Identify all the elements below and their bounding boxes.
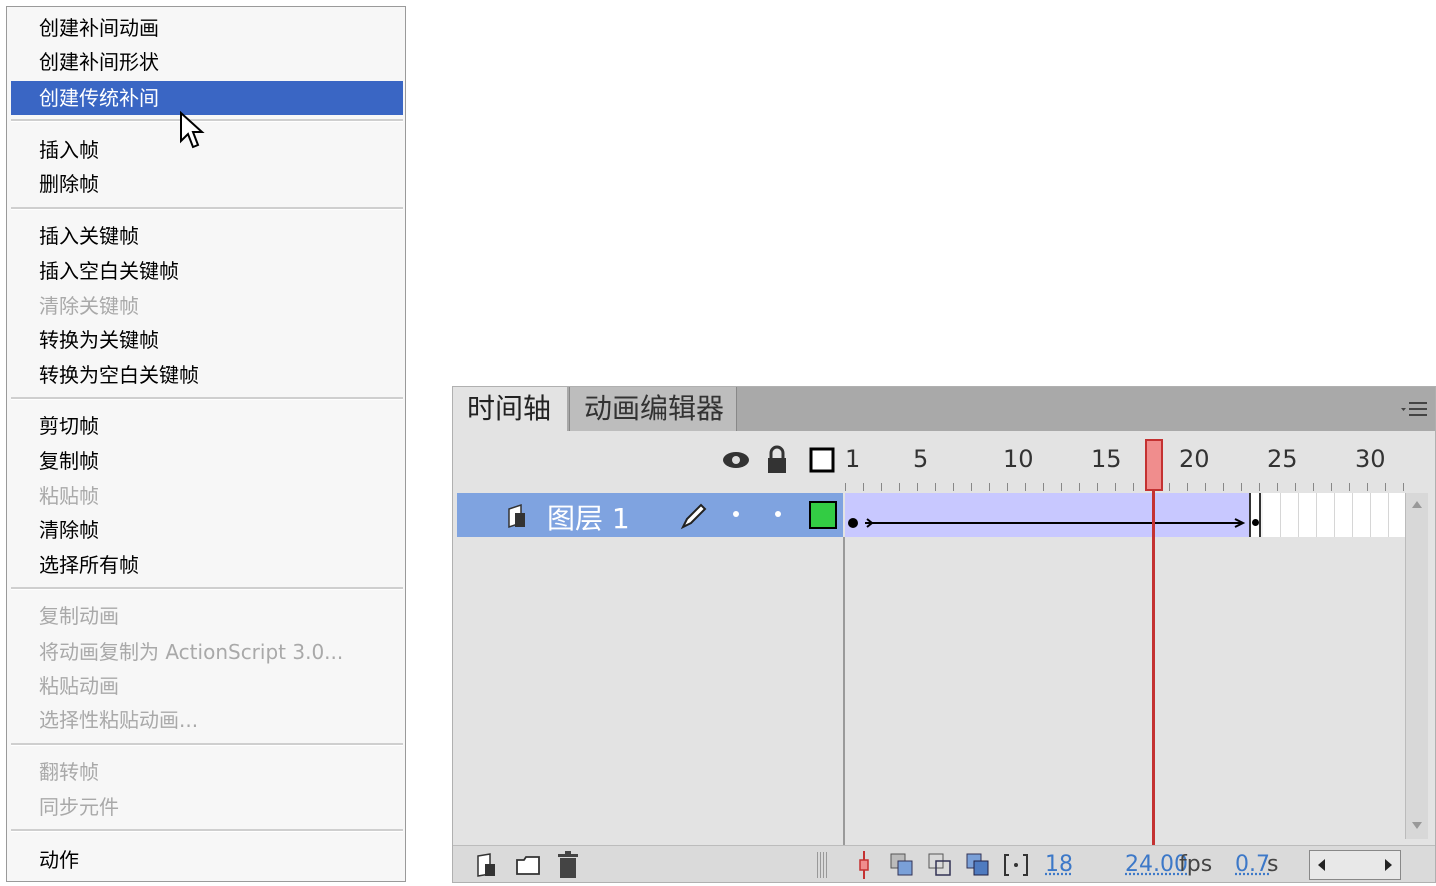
menu-separator — [11, 587, 403, 590]
tab-timeline[interactable]: 时间轴 — [453, 387, 567, 431]
frame-number: 30 — [1355, 445, 1386, 473]
eye-icon[interactable] — [721, 447, 751, 473]
horizontal-scrollbar[interactable] — [1309, 850, 1401, 880]
frame-number: 5 — [913, 445, 929, 473]
menu-item-create-classic-tween[interactable]: 创建传统补间 — [11, 81, 403, 115]
new-folder-icon[interactable] — [515, 854, 541, 876]
elapsed-time-value[interactable]: 0.7 — [1235, 852, 1270, 877]
playhead-line — [1152, 491, 1155, 847]
layer-color-swatch[interactable] — [809, 501, 837, 529]
menu-separator — [11, 207, 403, 210]
frame-number: 25 — [1267, 445, 1298, 473]
scroll-down-icon[interactable] — [1411, 821, 1423, 831]
menu-item-convert-to-blank-keyframes[interactable]: 转换为空白关键帧 — [11, 358, 403, 392]
menu-item-copy-motion-as-actionscript[interactable]: 将动画复制为 ActionScript 3.0... — [11, 635, 403, 669]
frame-rate-unit: fps — [1179, 852, 1213, 877]
menu-item-clear-frames[interactable]: 清除帧 — [11, 513, 403, 547]
scroll-up-icon[interactable] — [1411, 499, 1423, 509]
scroll-left-icon[interactable] — [1316, 858, 1326, 872]
layer-frame-divider — [843, 537, 845, 847]
menu-item-actions[interactable]: 动作 — [11, 843, 403, 877]
layer-icon — [508, 503, 525, 529]
layer-row[interactable]: 图层 1 — [457, 493, 843, 537]
menu-item-paste-motion[interactable]: 粘贴动画 — [11, 669, 403, 703]
playhead-handle[interactable] — [1145, 439, 1163, 491]
scroll-right-icon[interactable] — [1384, 858, 1394, 872]
frame-number: 10 — [1003, 445, 1034, 473]
menu-item-synchronize-symbols[interactable]: 同步元件 — [11, 790, 403, 824]
layer-name[interactable]: 图层 1 — [547, 497, 630, 537]
frame-number: 15 — [1091, 445, 1122, 473]
onion-skin-outlines-icon[interactable] — [927, 852, 953, 878]
timeline-panel: 时间轴 动画编辑器 1 5 10 15 20 25 30 图层 1 18 24.… — [452, 386, 1436, 883]
delete-trash-icon[interactable] — [557, 850, 579, 880]
frame-ruler[interactable] — [845, 483, 1405, 491]
modify-onion-markers-icon[interactable] — [1003, 852, 1029, 878]
menu-item-select-all-frames[interactable]: 选择所有帧 — [11, 548, 403, 582]
current-frame-value[interactable]: 18 — [1045, 852, 1073, 877]
menu-item-insert-frame[interactable]: 插入帧 — [11, 133, 403, 167]
menu-item-remove-frames[interactable]: 删除帧 — [11, 167, 403, 201]
menu-item-create-shape-tween[interactable]: 创建补间形状 — [11, 45, 403, 79]
menu-item-paste-motion-special[interactable]: 选择性粘贴动画... — [11, 703, 403, 737]
menu-separator — [11, 829, 403, 832]
timeline-bottom-bar: 18 24.00 fps 0.7 s — [453, 845, 1435, 882]
center-frame-icon[interactable] — [857, 850, 871, 880]
vertical-scrollbar[interactable] — [1405, 493, 1428, 839]
elapsed-time-unit: s — [1267, 852, 1279, 877]
frame-context-menu: 创建补间动画 创建补间形状 创建传统补间 插入帧 删除帧 插入关键帧 插入空白关… — [6, 6, 406, 882]
mouse-pointer-icon — [180, 111, 205, 149]
frame-number: 1 — [845, 445, 861, 473]
menu-item-copy-frames[interactable]: 复制帧 — [11, 444, 403, 478]
pencil-icon — [680, 503, 707, 530]
menu-separator — [11, 743, 403, 746]
menu-item-copy-motion[interactable]: 复制动画 — [11, 599, 403, 633]
edit-multiple-frames-icon[interactable] — [965, 852, 991, 878]
frames-area[interactable] — [845, 493, 1405, 537]
panel-menu-icon[interactable] — [1399, 399, 1429, 419]
menu-item-paste-frames[interactable]: 粘贴帧 — [11, 479, 403, 513]
menu-item-reverse-frames[interactable]: 翻转帧 — [11, 755, 403, 789]
end-keyframe[interactable] — [1249, 493, 1261, 537]
frame-number: 20 — [1179, 445, 1210, 473]
panel-tab-bar: 时间轴 动画编辑器 — [453, 387, 1435, 431]
menu-item-insert-keyframe[interactable]: 插入关键帧 — [11, 219, 403, 253]
menu-separator — [11, 397, 403, 400]
onion-skin-icon[interactable] — [889, 852, 915, 878]
visibility-dot[interactable] — [733, 511, 739, 517]
menu-item-create-motion-tween[interactable]: 创建补间动画 — [11, 11, 403, 45]
menu-item-convert-to-keyframes[interactable]: 转换为关键帧 — [11, 323, 403, 357]
menu-item-insert-blank-keyframe[interactable]: 插入空白关键帧 — [11, 254, 403, 288]
tab-motion-editor[interactable]: 动画编辑器 — [569, 387, 737, 431]
outline-square-icon[interactable] — [809, 447, 835, 473]
empty-frame-cells[interactable] — [1263, 493, 1405, 537]
classic-tween-span[interactable] — [845, 493, 1249, 537]
lock-dot[interactable] — [775, 511, 781, 517]
new-layer-icon[interactable] — [475, 852, 499, 878]
menu-item-clear-keyframe[interactable]: 清除关键帧 — [11, 289, 403, 323]
resize-grip[interactable] — [817, 852, 829, 878]
menu-separator — [11, 119, 403, 122]
tween-arrow-icon — [848, 518, 1246, 528]
menu-item-cut-frames[interactable]: 剪切帧 — [11, 409, 403, 443]
lock-icon[interactable] — [765, 445, 789, 475]
